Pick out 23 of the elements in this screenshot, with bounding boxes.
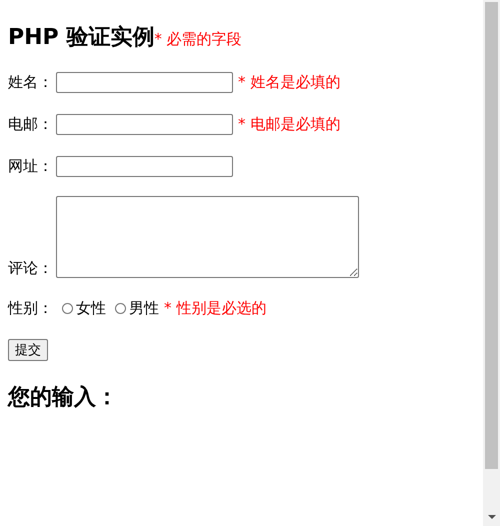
error-message: * 性别是必选的: [164, 298, 266, 318]
scrollbar[interactable]: [483, 0, 500, 526]
input-field[interactable]: [56, 114, 233, 134]
scroll-down-icon[interactable]: [486, 514, 496, 520]
input-field[interactable]: [56, 156, 233, 176]
radio-label[interactable]: 女性: [76, 298, 106, 318]
scroll-thumb[interactable]: [485, 2, 498, 469]
field-label: 网址：: [8, 156, 53, 176]
radio-button[interactable]: [62, 302, 73, 314]
required-note: * 必需的字段: [154, 30, 242, 49]
field-label: 姓名：: [8, 72, 53, 92]
output-heading: 您的输入：: [8, 384, 118, 412]
page-title: PHP 验证实例: [8, 24, 154, 52]
field-label: 电邮：: [8, 114, 53, 134]
comment-field[interactable]: [56, 196, 359, 278]
field-label: 评论：: [8, 259, 53, 278]
field-label: 性别：: [8, 298, 53, 318]
radio-label[interactable]: 男性: [129, 298, 159, 318]
error-message: * 姓名是必填的: [238, 72, 340, 92]
submit-button[interactable]: 提交: [8, 339, 48, 361]
radio-button[interactable]: [115, 302, 126, 314]
error-message: * 电邮是必填的: [238, 114, 340, 134]
input-field[interactable]: [56, 72, 233, 92]
